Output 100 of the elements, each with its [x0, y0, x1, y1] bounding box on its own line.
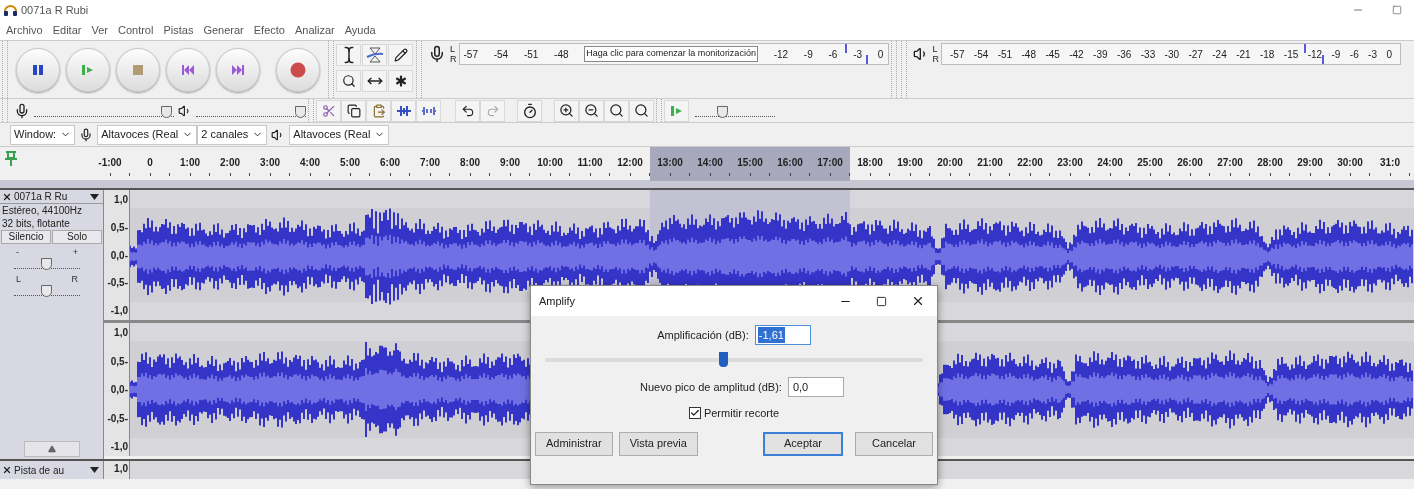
track-name-menu[interactable]: 0071a R Ru — [14, 189, 103, 204]
cut-button[interactable] — [316, 99, 341, 122]
timeline-tick[interactable]: 5:00 — [330, 147, 370, 181]
timeline-tick[interactable]: 16:00 — [770, 147, 810, 181]
slider-thumb[interactable] — [41, 258, 52, 270]
timeline-tick[interactable]: 2:00 — [210, 147, 250, 181]
track-button[interactable]: Solo — [52, 230, 102, 244]
slider-thumb[interactable] — [718, 352, 728, 367]
timeline-tick[interactable]: 1:00 — [170, 147, 210, 181]
timeline-tick[interactable]: 12:00 — [610, 147, 650, 181]
timeline-tick[interactable]: 18:00 — [850, 147, 890, 181]
slider-thumb[interactable] — [41, 285, 52, 297]
dialog-button[interactable]: Cancelar — [855, 431, 933, 456]
fit-project-button[interactable] — [629, 99, 654, 122]
dialog-button[interactable]: Vista previa — [618, 431, 698, 456]
menu-item[interactable]: Generar — [203, 21, 244, 39]
device-dropdown[interactable]: Altavoces (Real — [289, 124, 390, 145]
trim-button[interactable] — [391, 99, 416, 122]
timeline-tick[interactable]: 25:00 — [1130, 147, 1170, 181]
close-icon[interactable] — [2, 465, 12, 475]
timeline-tick[interactable]: 11:00 — [570, 147, 610, 181]
dialog-button[interactable]: Administrar — [535, 431, 613, 456]
slider-thumb[interactable] — [161, 105, 172, 118]
menu-item[interactable]: Ver — [91, 21, 108, 39]
slider-thumb[interactable] — [717, 105, 728, 118]
timeline-tick[interactable]: 13:00 — [650, 147, 690, 181]
device-dropdown[interactable]: Altavoces (Real — [97, 124, 198, 145]
device-dropdown[interactable]: Window: — [10, 124, 76, 145]
timeline-tick[interactable]: 22:00 — [1010, 147, 1050, 181]
menu-item[interactable]: Control — [117, 21, 154, 39]
timeline-tick[interactable]: 28:00 — [1250, 147, 1290, 181]
time-shift-tool[interactable] — [362, 70, 387, 92]
timeline-tick[interactable]: 14:00 — [690, 147, 730, 181]
zoom-in-button[interactable] — [554, 99, 579, 122]
slider-thumb[interactable] — [294, 105, 306, 118]
menu-item[interactable]: Analizar — [294, 21, 335, 39]
zoom-out-button[interactable] — [579, 99, 604, 122]
timeline-tick[interactable]: 21:00 — [970, 147, 1010, 181]
silence-button[interactable] — [416, 99, 441, 122]
sync-lock-button[interactable] — [517, 99, 542, 122]
record-button[interactable] — [276, 47, 320, 92]
timeline-tick[interactable]: 4:00 — [290, 147, 330, 181]
timeline-tick[interactable]: 10:00 — [530, 147, 570, 181]
menu-item[interactable]: Efecto — [253, 21, 285, 39]
maximize-icon[interactable] — [876, 295, 887, 307]
recording-volume-slider[interactable] — [34, 104, 174, 117]
timeline-tick[interactable]: 6:00 — [370, 147, 410, 181]
selection-tool[interactable] — [336, 44, 361, 66]
pan-slider[interactable] — [14, 284, 80, 296]
timeline-tick[interactable]: 20:00 — [930, 147, 970, 181]
envelope-tool[interactable] — [362, 44, 387, 66]
play-speed-slider[interactable] — [695, 104, 775, 117]
close-icon[interactable] — [911, 294, 925, 308]
menu-item[interactable]: Pistas — [163, 21, 194, 39]
collapse-button[interactable] — [23, 441, 80, 457]
recording-meter[interactable]: -57 -54 -51 -48 Haga clic para comenzar la monitorización -12 -9 -6 -3 0 — [458, 43, 889, 65]
zoom-tool[interactable] — [336, 70, 361, 92]
window-title: 0071a R Rubi — [21, 2, 89, 18]
menu-item[interactable]: Archivo — [6, 21, 43, 39]
track-button[interactable]: Silencio — [1, 230, 51, 244]
timeline-tick[interactable]: 26:00 — [1170, 147, 1210, 181]
timeline-tick[interactable]: 3:00 — [250, 147, 290, 181]
dialog-button[interactable]: Aceptar — [763, 431, 843, 456]
timeline-tick[interactable]: 7:00 — [410, 147, 450, 181]
fit-selection-button[interactable] — [604, 99, 629, 122]
timeline-tick[interactable]: 29:00 — [1290, 147, 1330, 181]
skip-start-button[interactable] — [166, 47, 210, 92]
close-icon[interactable] — [2, 191, 12, 202]
undo-button[interactable] — [455, 99, 480, 122]
timeline-tick[interactable]: 23:00 — [1050, 147, 1090, 181]
checkbox[interactable] — [688, 407, 701, 420]
peak-amplitude-field[interactable]: 0,0 — [787, 377, 844, 397]
menu-item[interactable]: Editar — [52, 21, 82, 39]
draw-tool[interactable] — [388, 44, 413, 66]
timeline-tick[interactable]: 24:00 — [1090, 147, 1130, 181]
timeline-tick[interactable]: 9:00 — [490, 147, 530, 181]
menu-item[interactable]: Ayuda — [344, 21, 376, 39]
timeline-tick[interactable]: 19:00 — [890, 147, 930, 181]
multi-tool[interactable] — [388, 70, 413, 92]
pin-icon[interactable] — [4, 151, 18, 167]
skip-end-button[interactable] — [216, 47, 260, 92]
timeline-tick[interactable]: 30:00 — [1330, 147, 1370, 181]
amplification-field[interactable]: -1,61 — [754, 325, 811, 345]
timeline-tick[interactable]: 0 — [130, 147, 170, 181]
gain-slider[interactable] — [14, 257, 80, 269]
pause-button[interactable] — [16, 47, 60, 92]
copy-button[interactable] — [341, 99, 366, 122]
device-dropdown[interactable]: 2 canales — [197, 124, 268, 145]
play-button[interactable] — [66, 47, 110, 92]
paste-button[interactable] — [366, 99, 391, 122]
timeline-tick[interactable]: 8:00 — [450, 147, 490, 181]
timeline-tick[interactable]: 31:0 — [1370, 147, 1410, 181]
timeline-tick[interactable]: 27:00 — [1210, 147, 1250, 181]
timeline-tick[interactable]: 17:00 — [810, 147, 850, 181]
timeline-tick[interactable]: 15:00 — [730, 147, 770, 181]
stop-button[interactable] — [116, 47, 160, 92]
play-at-speed-button[interactable] — [664, 99, 689, 122]
playback-meter[interactable]: -57 -54 -51 -48 -45 -42 -39 -36 -33 -30 -27 -24 -21 -18 -15 -12 -9 -6 -3 0 — [941, 43, 1401, 65]
timeline-tick[interactable]: -1:00 — [90, 147, 130, 181]
playback-volume-slider[interactable] — [196, 104, 306, 117]
